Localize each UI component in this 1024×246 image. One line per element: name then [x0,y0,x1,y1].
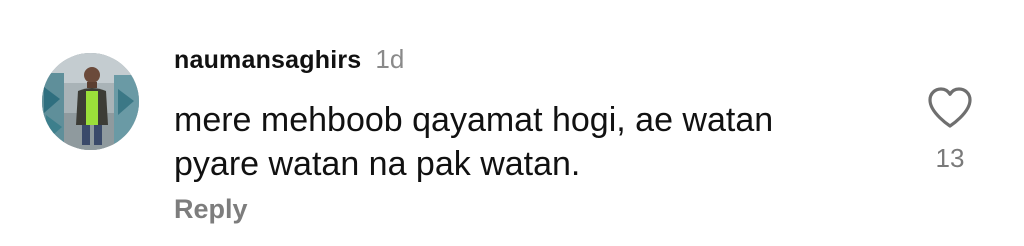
reply-button[interactable]: Reply [174,194,248,225]
comment-header: naumansaghirs 1d [174,44,404,88]
heart-outline-icon [928,87,972,128]
like-button[interactable] [926,86,974,130]
like-count: 13 [935,143,965,173]
username[interactable]: naumansaghirs [174,46,361,75]
comment-item: naumansaghirs 1d mere mehboob qayamat ho… [0,0,1024,246]
comment-text-line: pyare watan na pak watan. [174,145,581,183]
timestamp: 1d [375,44,405,74]
comment-text: mere mehboob qayamat hogi, ae watan pyar… [174,98,894,186]
comment-text-line: mere mehboob qayamat hogi, ae watan [174,101,774,139]
avatar[interactable] [42,53,139,150]
